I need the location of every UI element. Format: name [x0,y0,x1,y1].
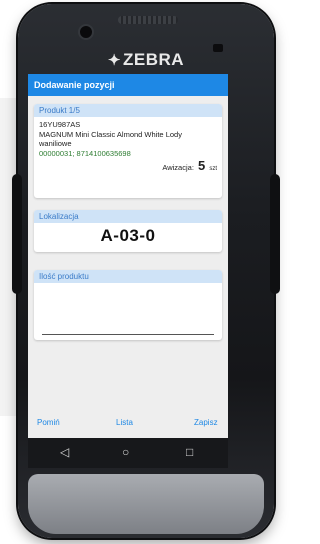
skip-button[interactable]: Pomiń [37,418,60,427]
location-value: A-03-0 [100,226,156,245]
left-side-button [12,174,22,294]
front-camera [78,24,94,40]
app-title: Dodawanie pozycji [28,74,228,96]
product-card: Produkt 1/5 16YU987AS MAGNUM Mini Classi… [34,104,222,198]
product-card-header: Produkt 1/5 [34,104,222,117]
list-button[interactable]: Lista [116,418,133,427]
action-bar: Pomiń Lista Zapisz [28,418,228,434]
back-icon[interactable]: ◁ [60,445,69,459]
speaker-grille [118,16,178,24]
brand-logo: ✦ ZEBRA [107,50,185,69]
device-bottom-housing [28,474,264,534]
quantity-input[interactable] [42,320,214,335]
zebra-head-icon: ✦ [107,52,121,69]
quantity-card-header: Ilość produktu [34,270,222,283]
notice-unit: szt [209,166,217,172]
right-side-button [270,174,280,294]
recents-icon[interactable]: □ [186,445,193,459]
app-screen: Dodawanie pozycji Produkt 1/5 16YU987AS … [28,74,228,438]
home-icon[interactable]: ○ [122,445,129,459]
save-button[interactable]: Zapisz [194,418,218,427]
notice-quantity: 5 [198,158,206,173]
notice-label: Awizacja: [162,163,194,172]
location-card: Lokalizacja A-03-0 [34,210,222,252]
notice-quantity-row: Awizacja: 5 szt [39,158,217,175]
product-barcodes: 00000031; 8714100635698 [39,148,131,158]
quantity-card: Ilość produktu [34,270,222,340]
android-nav-bar: ◁ ○ □ [28,438,228,468]
product-name: MAGNUM Mini Classic Almond White Lody [39,129,182,139]
product-name-continued: waniliowe [39,139,72,148]
location-card-header: Lokalizacja [34,210,222,223]
product-code: 16YU987AS [39,120,81,129]
